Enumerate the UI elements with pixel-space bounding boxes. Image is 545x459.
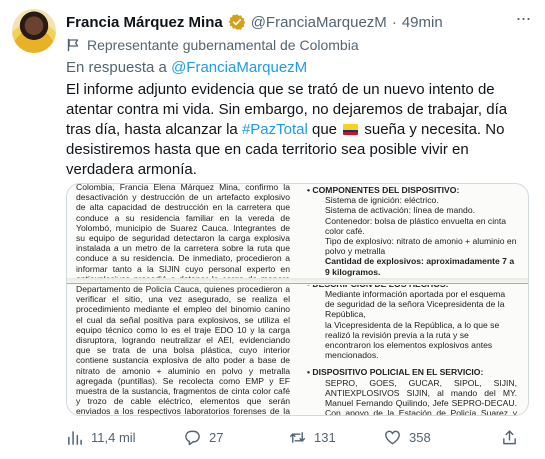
views-count: 11,4 mil bbox=[91, 429, 136, 445]
views-chart-icon bbox=[68, 430, 82, 445]
tweet-actions: 11,4 mil 27 131 358 bbox=[66, 426, 526, 448]
doc-explosive-type: Tipo de explosivo: nitrato de amonio + a… bbox=[325, 236, 517, 257]
page-fold-line bbox=[67, 283, 528, 284]
document-page: Colombia, Francia Elena Márquez Mina, co… bbox=[67, 184, 528, 415]
doc-heading-components: • COMPONENTES DEL DISPOSITIVO: bbox=[307, 185, 460, 195]
avatar[interactable] bbox=[12, 9, 56, 53]
reply-icon bbox=[185, 430, 200, 445]
verified-badge-icon bbox=[228, 14, 246, 30]
reply-prefix: En respuesta a bbox=[66, 59, 167, 76]
views-button[interactable]: 11,4 mil bbox=[66, 426, 136, 448]
doc-explosive-amount: Cantidad de explosivos: aproximadamente … bbox=[325, 256, 515, 277]
more-icon[interactable]: ··· bbox=[513, 9, 533, 32]
likes-count: 358 bbox=[409, 429, 431, 445]
doc-facts-2: la Vicepresidenta de la República, a lo … bbox=[325, 319, 500, 361]
document-left-top: Colombia, Francia Elena Márquez Mina, co… bbox=[76, 183, 290, 279]
reply-button[interactable]: 27 bbox=[184, 426, 223, 448]
share-icon bbox=[503, 429, 516, 444]
colombia-flag-icon bbox=[67, 38, 79, 52]
affiliation-text: Representante gubernamental de Colombia bbox=[87, 37, 359, 53]
doc-heading-police: • DISPOSITIVO POLICIAL EN EL SERVICIO: bbox=[307, 367, 484, 378]
document-right-column: • COMPONENTES DEL DISPOSITIVO: Sistema d… bbox=[307, 185, 517, 416]
retweet-button[interactable]: 131 bbox=[289, 426, 336, 448]
doc-police-units: SEPRO, GOES, GUCAR, SIPOL, SIJIN, ANTIEX… bbox=[325, 377, 517, 416]
doc-activation: Sistema de activación: línea de mando. bbox=[325, 205, 476, 216]
display-name[interactable]: Francia Márquez Mina bbox=[66, 14, 223, 31]
affiliation-label: Representante gubernamental de Colombia bbox=[66, 36, 359, 54]
like-button[interactable]: 358 bbox=[384, 426, 431, 448]
colombia-flag-emoji-icon bbox=[343, 124, 359, 135]
tweet-header: Francia Márquez Mina @FranciaMarquezM · … bbox=[66, 9, 533, 32]
document-left-bottom: Departamento de Policía Cauca, quienes p… bbox=[76, 284, 290, 416]
attached-document-image[interactable]: Colombia, Francia Elena Márquez Mina, co… bbox=[66, 183, 529, 416]
doc-container: Contenedor: bolsa de plástico envuelta e… bbox=[325, 215, 507, 236]
tweet: Francia Márquez Mina @FranciaMarquezM · … bbox=[0, 0, 545, 459]
timestamp[interactable]: 49min bbox=[402, 14, 443, 31]
share-button[interactable] bbox=[501, 426, 518, 448]
doc-ignition: Sistema de ignición: eléctrico. bbox=[325, 195, 439, 206]
retweet-icon bbox=[289, 431, 306, 443]
hashtag-link[interactable]: #PazTotal bbox=[242, 121, 308, 138]
doc-facts-1: Mediante información aportada por el esq… bbox=[325, 289, 506, 320]
separator-dot: · bbox=[391, 13, 397, 31]
heart-icon bbox=[385, 430, 400, 444]
replies-count: 27 bbox=[209, 429, 224, 445]
retweets-count: 131 bbox=[314, 429, 336, 445]
author-handle[interactable]: @FranciaMarquezM bbox=[251, 14, 387, 31]
reply-to-handle[interactable]: @FranciaMarquezM bbox=[171, 59, 307, 76]
tweet-text: El informe adjunto evidencia que se trat… bbox=[66, 80, 526, 180]
document-left-column: Colombia, Francia Elena Márquez Mina, co… bbox=[76, 183, 290, 416]
tweet-text-part2: que bbox=[307, 121, 342, 138]
reply-context: En respuesta a @FranciaMarquezM bbox=[66, 59, 307, 76]
